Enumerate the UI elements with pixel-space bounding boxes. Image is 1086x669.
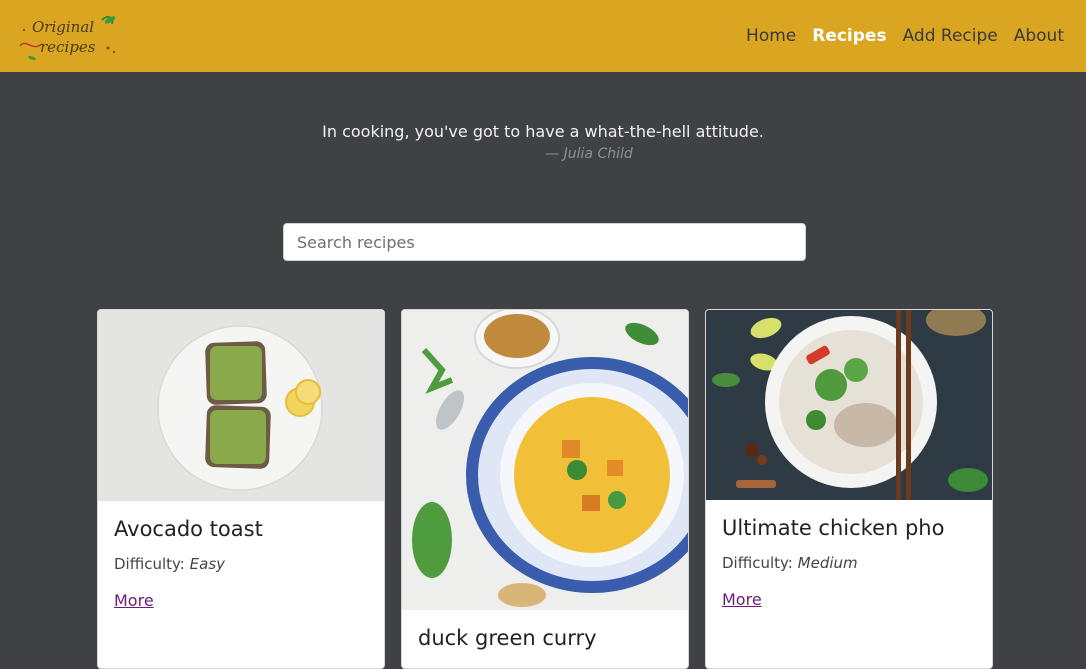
difficulty-value: Medium [797, 554, 858, 572]
avocado-toast-photo [98, 310, 384, 501]
card-body: duck green curry [418, 626, 676, 650]
card-difficulty: Difficulty: Medium [722, 554, 858, 572]
quote-text: In cooking, you've got to have a what-th… [322, 122, 764, 141]
card-title: Avocado toast [114, 517, 263, 541]
nav-recipes[interactable]: Recipes [812, 26, 886, 46]
original-recipes-logo[interactable]: Original recipes [12, 8, 122, 64]
curry-bowl-photo [402, 310, 688, 610]
pho-bowl-photo [706, 310, 992, 500]
nav-add-recipe[interactable]: Add Recipe [903, 26, 998, 46]
quote-author: — Julia Child [545, 146, 633, 162]
nav-home[interactable]: Home [746, 26, 796, 46]
difficulty-value: Easy [189, 555, 226, 573]
nav-about[interactable]: About [1014, 26, 1064, 46]
card-title: duck green curry [418, 626, 597, 650]
quote-block: In cooking, you've got to have a what-th… [0, 122, 1086, 162]
recipe-card-ultimate-chicken-pho: Ultimate chicken pho Difficulty: Medium … [705, 309, 993, 669]
card-more-link[interactable]: More [722, 590, 762, 609]
navbar: Original recipes Home Recipes Add Recipe… [0, 0, 1086, 72]
card-body: Avocado toast Difficulty: Easy More [114, 517, 372, 610]
card-difficulty: Difficulty: Easy [114, 555, 226, 573]
recipe-card-duck-green-curry: duck green curry [401, 309, 689, 669]
recipe-card-avocado-toast: Avocado toast Difficulty: Easy More [97, 309, 385, 669]
svg-text:recipes: recipes [40, 38, 96, 56]
search-input[interactable] [283, 223, 806, 261]
card-body: Ultimate chicken pho Difficulty: Medium … [722, 516, 980, 609]
card-more-link[interactable]: More [114, 591, 154, 610]
svg-text:Original: Original [32, 18, 94, 36]
card-title: Ultimate chicken pho [722, 516, 945, 540]
nav-links: Home Recipes Add Recipe About [746, 0, 1064, 72]
